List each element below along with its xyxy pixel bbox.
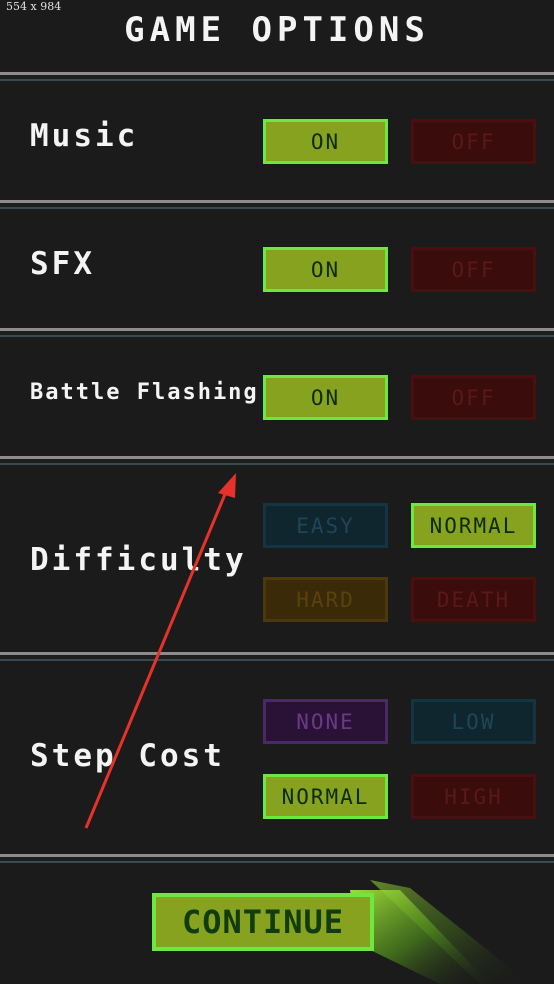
sfx-on-button[interactable]: ON: [263, 247, 388, 292]
step-cost-low-button[interactable]: LOW: [411, 699, 536, 744]
step-cost-none-button[interactable]: NONE: [263, 699, 388, 744]
music-off-button[interactable]: OFF: [411, 119, 536, 164]
divider: [0, 200, 554, 209]
continue-button[interactable]: CONTINUE: [152, 893, 374, 951]
divider: [0, 328, 554, 337]
difficulty-normal-button[interactable]: NORMAL: [411, 503, 536, 548]
divider: [0, 456, 554, 465]
difficulty-label: Difficulty: [30, 542, 247, 578]
step-cost-label: Step Cost: [30, 738, 225, 774]
sfx-label: SFX: [30, 246, 95, 282]
battle-flashing-label: Battle Flashing: [30, 380, 259, 405]
page-title: GAME OPTIONS: [124, 10, 430, 50]
difficulty-death-button[interactable]: DEATH: [411, 577, 536, 622]
difficulty-easy-button[interactable]: EASY: [263, 503, 388, 548]
music-on-button[interactable]: ON: [263, 119, 388, 164]
battle-flashing-on-button[interactable]: ON: [263, 375, 388, 420]
sfx-off-button[interactable]: OFF: [411, 247, 536, 292]
step-cost-high-button[interactable]: HIGH: [411, 774, 536, 819]
battle-flashing-off-button[interactable]: OFF: [411, 375, 536, 420]
divider: [0, 652, 554, 661]
step-cost-normal-button[interactable]: NORMAL: [263, 774, 388, 819]
divider: [0, 72, 554, 81]
music-label: Music: [30, 118, 139, 154]
difficulty-hard-button[interactable]: HARD: [263, 577, 388, 622]
